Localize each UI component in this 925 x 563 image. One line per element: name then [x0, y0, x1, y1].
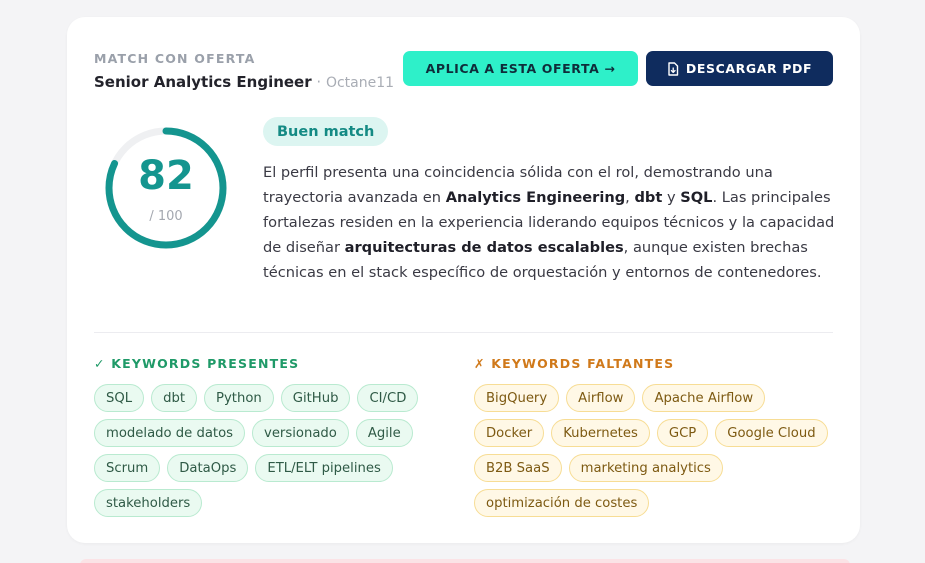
- download-pdf-button[interactable]: DESCARGAR PDF: [646, 51, 833, 86]
- title-separator: ·: [311, 73, 326, 91]
- download-pdf-label: DESCARGAR PDF: [685, 61, 813, 76]
- keyword-missing-chip: BigQuery: [474, 384, 560, 412]
- keyword-missing-chip: Google Cloud: [715, 419, 828, 447]
- keyword-present-chip: versionado: [252, 419, 349, 447]
- keyword-missing-chip: Apache Airflow: [642, 384, 766, 412]
- keyword-missing-chip: optimización de costes: [474, 489, 650, 517]
- file-download-icon: [667, 61, 679, 76]
- keyword-missing-chip: B2B SaaS: [474, 454, 562, 482]
- match-level-badge: Buen match: [263, 117, 389, 146]
- keyword-missing-chip: Airflow: [566, 384, 636, 412]
- keyword-missing-chip: Kubernetes: [551, 419, 650, 447]
- keyword-present-chip: DataOps: [167, 454, 249, 482]
- keyword-missing-chip: marketing analytics: [568, 454, 723, 482]
- keyword-present-chip: stakeholders: [94, 489, 203, 517]
- keywords-present-list: SQL dbt Python GitHub CI/CD modelado de datos…: [94, 384, 434, 517]
- keywords-missing-list: BigQuery Airflow Apache Airflow Docker Kuber…: [474, 384, 839, 517]
- score-gauge: 82 / 100: [103, 125, 229, 251]
- keyword-missing-chip: GCP: [656, 419, 709, 447]
- match-card: MATCH CON OFERTA Senior Analytics Engine…: [67, 17, 860, 543]
- keyword-present-chip: CI/CD: [357, 384, 419, 412]
- keywords-present-title: ✓ KEYWORDS PRESENTES: [94, 356, 300, 371]
- section-divider: [94, 332, 833, 333]
- keyword-present-chip: ETL/ELT pipelines: [255, 454, 393, 482]
- apply-offer-label: APLICA A ESTA OFERTA →: [425, 61, 616, 76]
- apply-offer-button[interactable]: APLICA A ESTA OFERTA →: [403, 51, 638, 86]
- job-role: Senior Analytics Engineer: [94, 73, 312, 91]
- keywords-missing-title: ✗ KEYWORDS FALTANTES: [474, 356, 675, 371]
- keyword-present-chip: Agile: [355, 419, 413, 447]
- keyword-present-chip: GitHub: [280, 384, 351, 412]
- job-title-line: Senior Analytics Engineer · Octane11: [94, 73, 394, 91]
- company-name: Octane11: [325, 75, 395, 91]
- score-value: 82: [138, 153, 194, 199]
- keyword-present-chip: modelado de datos: [94, 419, 246, 447]
- score-max: / 100: [149, 209, 183, 224]
- keyword-present-chip: SQL: [94, 384, 145, 412]
- next-card-edge: [80, 559, 850, 563]
- keyword-missing-chip: Docker: [474, 419, 545, 447]
- section-label: MATCH CON OFERTA: [94, 51, 256, 66]
- keyword-present-chip: Scrum: [94, 454, 161, 482]
- keyword-present-chip: Python: [204, 384, 274, 412]
- match-summary: El perfil presenta una coincidencia sóli…: [263, 164, 835, 281]
- keyword-present-chip: dbt: [151, 384, 198, 412]
